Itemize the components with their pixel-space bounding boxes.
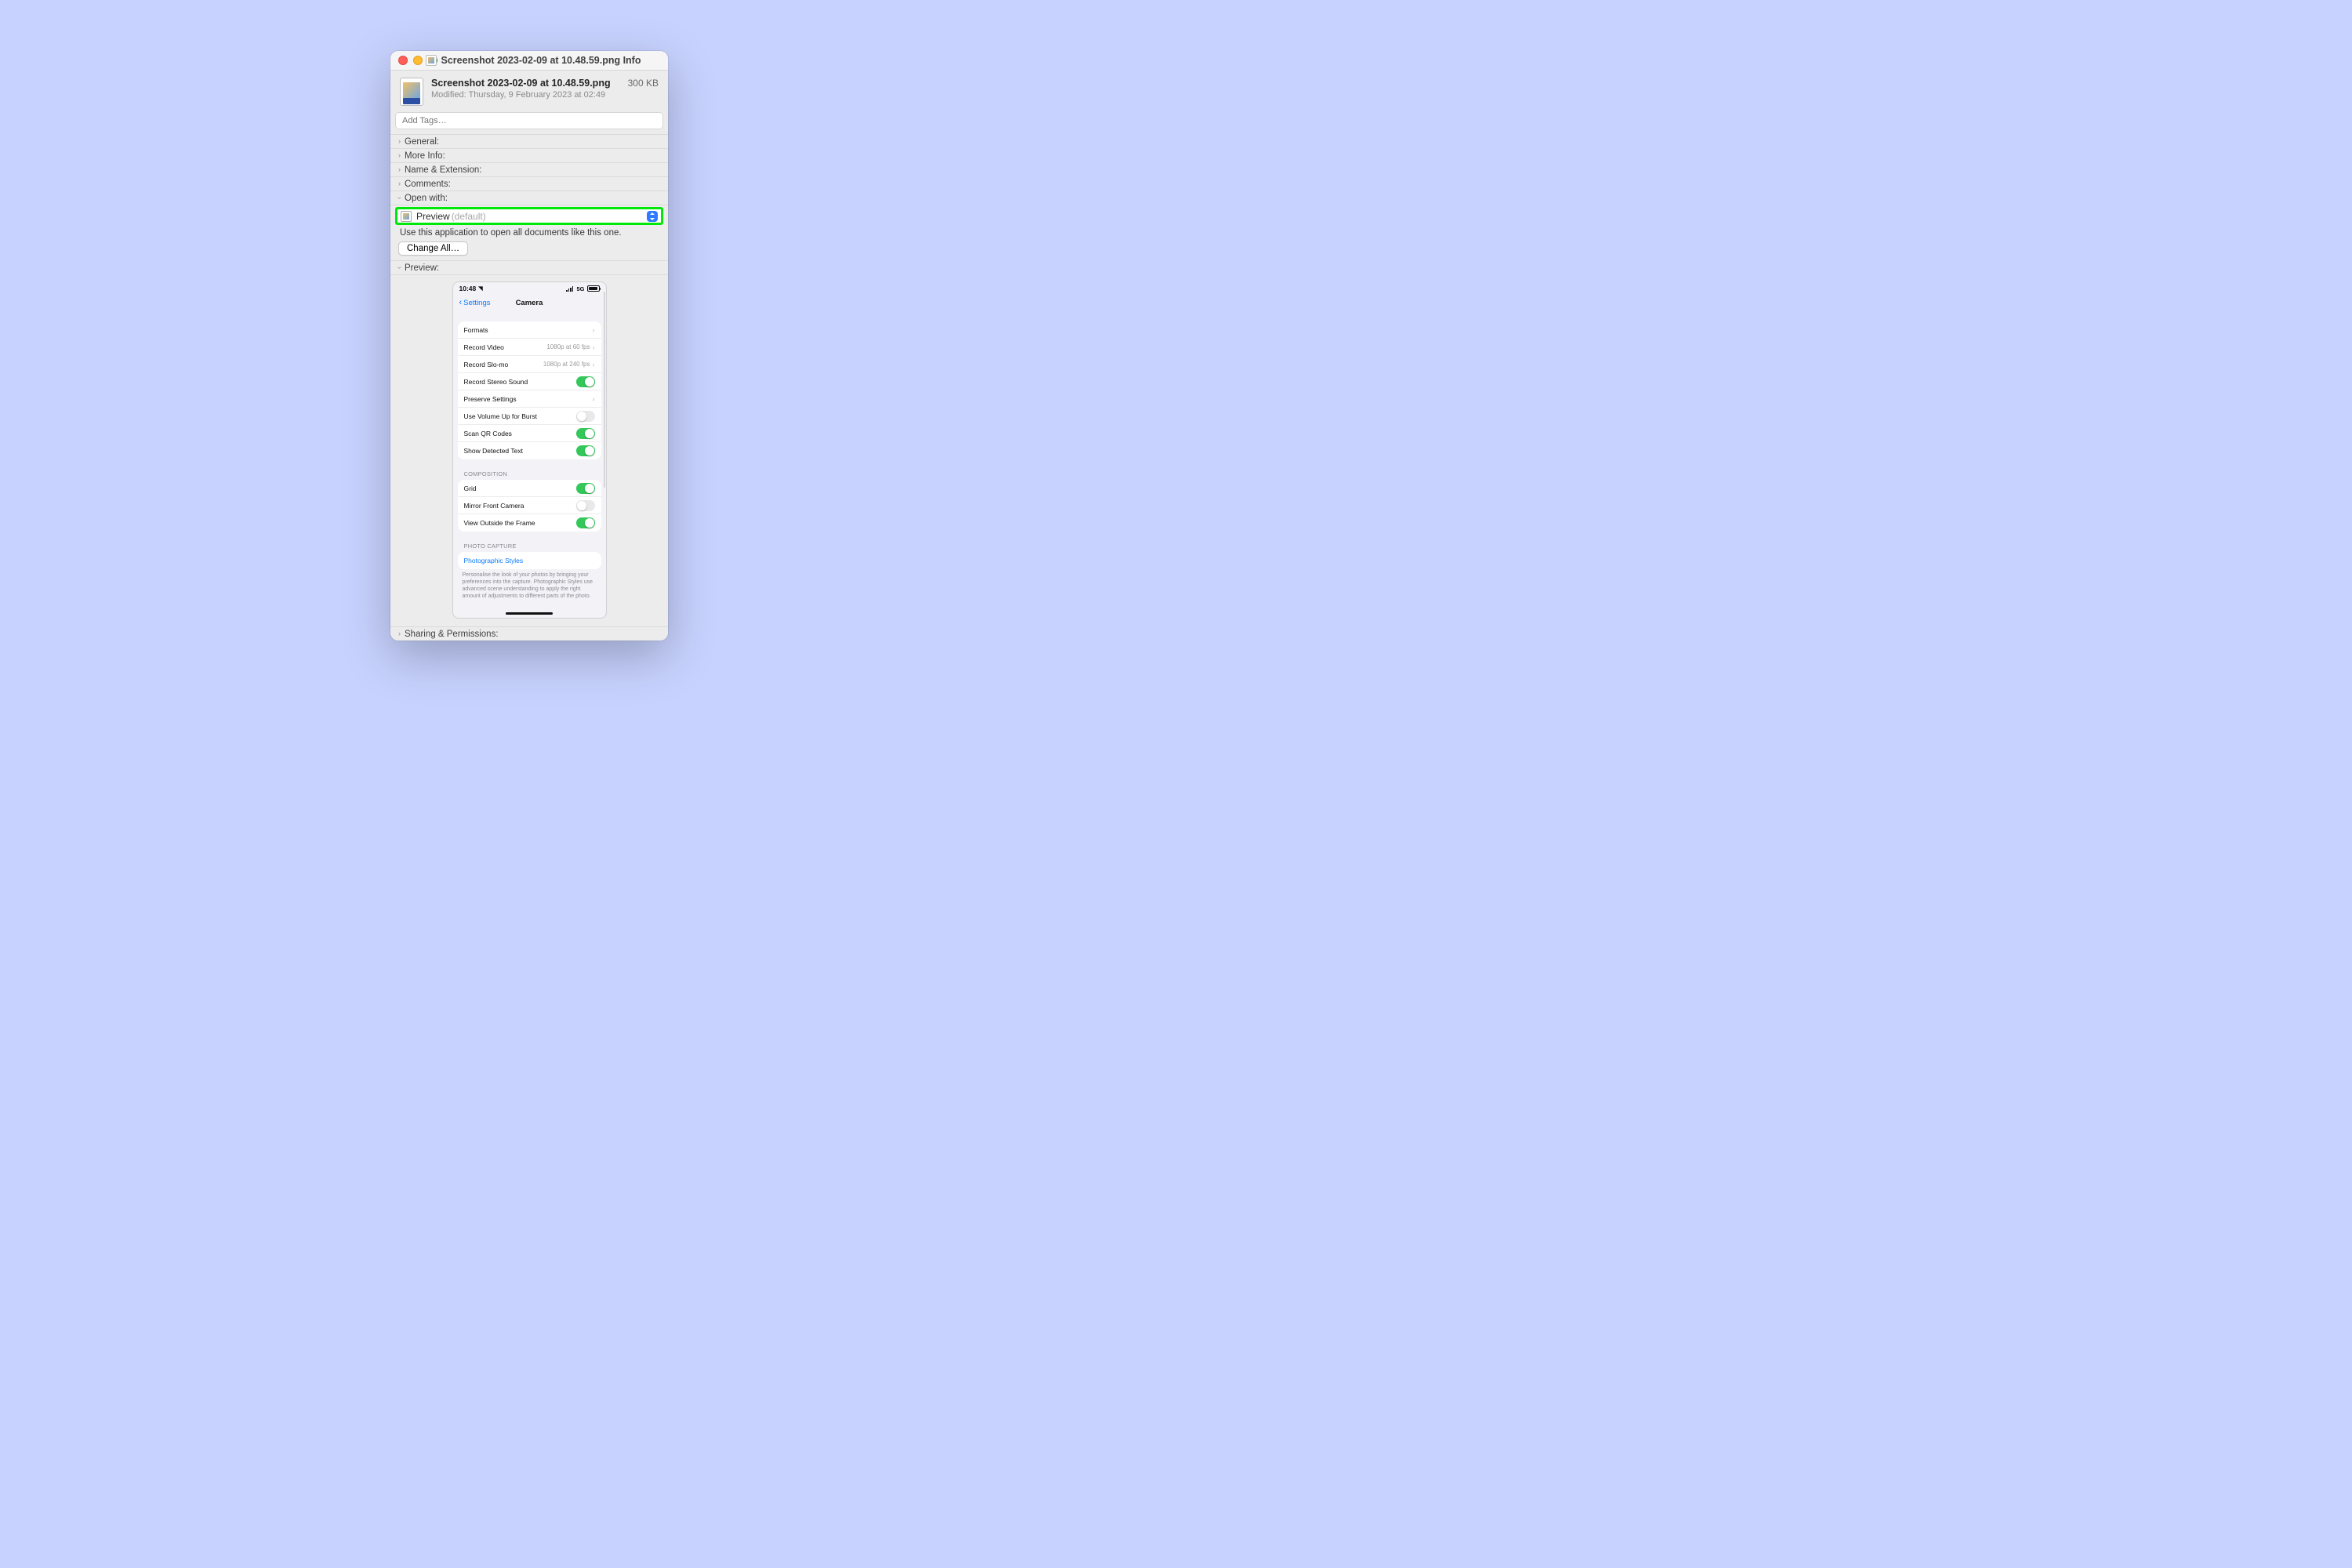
home-indicator: [506, 612, 553, 615]
chevron-right-icon: ›: [398, 180, 401, 187]
file-size: 300 KB: [628, 78, 659, 106]
toggle-mirror-front[interactable]: [576, 500, 595, 511]
toggle-stereo-sound[interactable]: [576, 376, 595, 387]
section-more-info[interactable]: › More Info:: [390, 148, 668, 162]
row-scan-qr[interactable]: Scan QR Codes: [458, 425, 601, 442]
chevron-right-icon: ›: [593, 395, 595, 403]
chevron-right-icon: ›: [398, 138, 401, 145]
row-detected-text[interactable]: Show Detected Text: [458, 442, 601, 459]
row-grid[interactable]: Grid: [458, 480, 601, 497]
chevron-right-icon: ›: [398, 630, 401, 637]
row-label: Preserve Settings: [464, 395, 517, 403]
chevron-down-icon: ›: [396, 267, 403, 269]
battery-icon: [587, 285, 600, 292]
row-view-outside[interactable]: View Outside the Frame: [458, 514, 601, 532]
chevron-right-icon: ›: [398, 152, 401, 159]
modified-label: Modified:: [431, 90, 466, 100]
section-general[interactable]: › General:: [390, 134, 668, 148]
file-type-icon: [426, 55, 437, 66]
section-sharing-permissions[interactable]: › Sharing & Permissions:: [390, 626, 668, 641]
row-formats[interactable]: Formats ›: [458, 321, 601, 339]
section-preview[interactable]: › Preview:: [390, 260, 668, 274]
phone-nav-bar: ‹ Settings Camera: [453, 295, 606, 310]
section-label: Preview:: [405, 263, 439, 273]
titlebar: Screenshot 2023-02-09 at 10.48.59.png In…: [390, 51, 668, 71]
file-thumbnail-icon: [400, 78, 423, 106]
phone-status-bar: 10:48 ◥ 5G: [453, 282, 606, 295]
section-label: Comments:: [405, 180, 451, 189]
row-value: 1080p at 240 fps: [543, 361, 590, 368]
open-with-default-suffix: (default): [452, 211, 486, 222]
preview-app-icon: [401, 211, 412, 222]
open-with-app-name: Preview: [416, 211, 450, 222]
row-label: Photographic Styles: [464, 557, 524, 564]
open-with-dropdown[interactable]: Preview (default): [395, 207, 663, 225]
chevron-right-icon: ›: [593, 361, 595, 368]
row-stereo-sound[interactable]: Record Stereo Sound: [458, 373, 601, 390]
row-volume-burst[interactable]: Use Volume Up for Burst: [458, 408, 601, 425]
settings-group-photo-capture: Photographic Styles: [458, 552, 601, 569]
section-label: General:: [405, 137, 439, 147]
change-all-button[interactable]: Change All…: [398, 241, 468, 256]
tags-container: [390, 112, 668, 134]
row-mirror-front[interactable]: Mirror Front Camera: [458, 497, 601, 514]
toggle-scan-qr[interactable]: [576, 428, 595, 439]
row-label: Record Slo-mo: [464, 361, 509, 368]
settings-group-composition: Grid Mirror Front Camera View Outside th…: [458, 480, 601, 532]
chevron-right-icon: ›: [593, 343, 595, 351]
row-label: Record Stereo Sound: [464, 378, 528, 386]
nav-title: Camera: [453, 299, 606, 307]
row-record-slomo[interactable]: Record Slo-mo 1080p at 240 fps›: [458, 356, 601, 373]
row-label: Use Volume Up for Burst: [464, 412, 538, 420]
row-value: 1080p at 60 fps: [546, 343, 590, 350]
toggle-grid[interactable]: [576, 483, 595, 494]
preview-body: 10:48 ◥ 5G ‹ Settings Camera Format: [390, 274, 668, 626]
row-label: View Outside the Frame: [464, 519, 535, 527]
scroll-indicator: [604, 292, 605, 488]
section-open-with[interactable]: › Open with:: [390, 191, 668, 205]
chevron-right-icon: ›: [593, 326, 595, 334]
row-label: Grid: [464, 485, 477, 492]
file-header: Screenshot 2023-02-09 at 10.48.59.png Mo…: [390, 71, 668, 112]
row-label: Record Video: [464, 343, 504, 351]
open-with-body: Preview (default) Use this application t…: [390, 205, 668, 260]
section-label: Name & Extension:: [405, 165, 481, 175]
row-preserve-settings[interactable]: Preserve Settings ›: [458, 390, 601, 408]
chevron-right-icon: ›: [398, 166, 401, 173]
toggle-detected-text[interactable]: [576, 445, 595, 456]
get-info-window: Screenshot 2023-02-09 at 10.48.59.png In…: [390, 51, 668, 641]
photo-capture-header: PHOTO CAPTURE: [464, 543, 595, 550]
open-with-hint: Use this application to open all documen…: [390, 226, 668, 241]
row-label: Scan QR Codes: [464, 430, 512, 437]
chevron-down-icon: ›: [396, 197, 403, 199]
status-time: 10:48: [459, 285, 477, 292]
modified-line: Modified: Thursday, 9 February 2023 at 0…: [431, 90, 620, 100]
composition-header: COMPOSITION: [464, 470, 595, 477]
location-icon: ◥: [478, 285, 482, 292]
toggle-volume-burst[interactable]: [576, 411, 595, 422]
row-photographic-styles[interactable]: Photographic Styles: [458, 552, 601, 569]
row-label: Formats: [464, 326, 488, 334]
dropdown-arrows-icon: [647, 211, 658, 222]
section-comments[interactable]: › Comments:: [390, 176, 668, 191]
section-label: More Info:: [405, 151, 445, 161]
section-name-extension[interactable]: › Name & Extension:: [390, 162, 668, 176]
settings-group-1: Formats › Record Video 1080p at 60 fps› …: [458, 321, 601, 459]
photo-capture-caption: Personalise the look of your photos by b…: [463, 572, 597, 600]
add-tags-input[interactable]: [395, 112, 663, 129]
row-label: Mirror Front Camera: [464, 502, 524, 510]
row-label: Show Detected Text: [464, 447, 523, 455]
window-title: Screenshot 2023-02-09 at 10.48.59.png In…: [441, 55, 641, 66]
section-label: Sharing & Permissions:: [405, 630, 499, 639]
network-label: 5G: [576, 285, 584, 292]
preview-image: 10:48 ◥ 5G ‹ Settings Camera Format: [452, 281, 607, 619]
signal-icon: [566, 286, 574, 292]
modified-value: Thursday, 9 February 2023 at 02:49: [469, 90, 606, 100]
section-label: Open with:: [405, 194, 448, 203]
row-record-video[interactable]: Record Video 1080p at 60 fps›: [458, 339, 601, 356]
toggle-view-outside[interactable]: [576, 517, 595, 528]
file-name: Screenshot 2023-02-09 at 10.48.59.png: [431, 78, 620, 89]
